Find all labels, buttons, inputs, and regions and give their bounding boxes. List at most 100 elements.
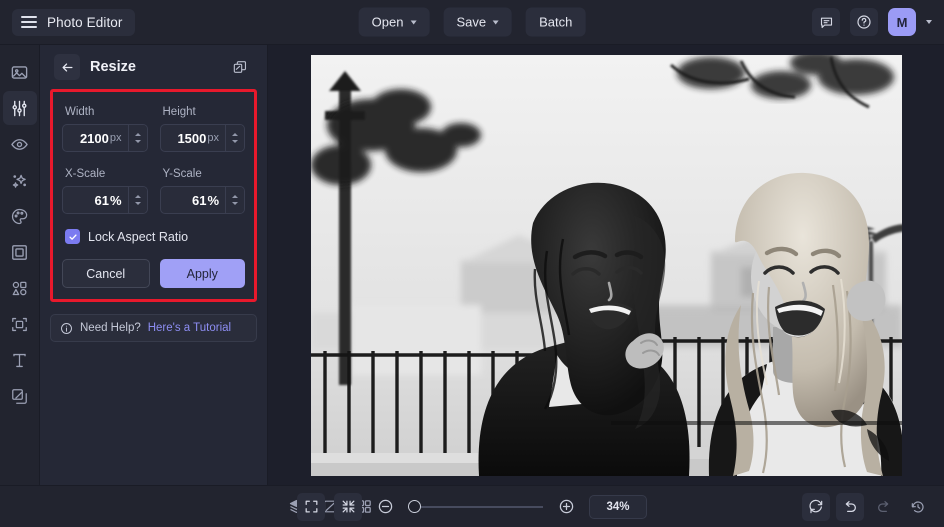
batch-button[interactable]: Batch — [526, 7, 586, 37]
help-button[interactable] — [850, 8, 878, 36]
chevron-up-icon[interactable] — [232, 133, 238, 136]
zoom-in-icon — [559, 499, 573, 514]
photo-image — [310, 54, 902, 476]
redo-button[interactable] — [870, 493, 898, 521]
sidebar-item-frame[interactable] — [3, 235, 37, 269]
x-scale-stepper[interactable]: 61 % — [62, 186, 148, 214]
undo-button[interactable] — [836, 492, 864, 521]
help-tutorial-banner[interactable]: Need Help? Here's a Tutorial — [50, 314, 257, 342]
image-icon — [11, 65, 28, 79]
history-icon — [911, 500, 924, 513]
width-unit: px — [109, 132, 122, 144]
sidebar-item-adjust[interactable] — [2, 91, 37, 125]
open-button[interactable]: Open — [358, 7, 430, 37]
avatar-chevron-down-icon[interactable] — [926, 20, 932, 24]
layers-icon — [12, 388, 27, 404]
sidebar-item-color[interactable] — [3, 199, 37, 233]
cancel-button[interactable]: Cancel — [62, 259, 150, 288]
chevron-down-icon[interactable] — [134, 202, 141, 205]
zoom-level-value[interactable]: 34% — [589, 494, 647, 519]
open-label: Open — [371, 14, 404, 30]
height-value: 1500 — [177, 130, 207, 146]
width-stepper-arrows[interactable] — [127, 125, 147, 151]
tool-rail — [0, 45, 40, 485]
chevron-up-icon[interactable] — [134, 133, 141, 136]
height-stepper-arrows[interactable] — [225, 125, 244, 151]
photo-canvas[interactable] — [310, 54, 902, 476]
top-toolbar: Photo Editor Open Save Batch M — [0, 0, 944, 45]
chevron-down-icon[interactable] — [232, 140, 238, 143]
dimension-fields-row: Width 2100 px Height 1500 px — [62, 102, 245, 152]
zoom-slider-knob[interactable] — [408, 500, 421, 513]
hamburger-icon — [21, 16, 37, 28]
chevron-down-icon[interactable] — [134, 140, 141, 143]
apply-button[interactable]: Apply — [159, 259, 245, 288]
account-actions-group: M — [812, 8, 932, 36]
sliders-icon — [12, 100, 27, 116]
zoom-slider[interactable] — [408, 500, 543, 513]
y-scale-field-group: Y-Scale 61 % — [159, 164, 245, 214]
text-icon — [13, 353, 26, 367]
lock-aspect-ratio-label: Lock Aspect Ratio — [88, 229, 189, 244]
width-label: Width — [65, 106, 95, 118]
chevron-down-icon — [410, 20, 417, 24]
shrink-button[interactable] — [334, 492, 362, 521]
reset-icon — [809, 499, 823, 513]
eye-icon — [11, 138, 28, 150]
sidebar-item-image[interactable] — [3, 55, 37, 89]
y-scale-stepper[interactable]: 61 % — [159, 186, 245, 214]
x-scale-input[interactable]: 61 % — [63, 187, 128, 213]
height-input[interactable]: 1500 px — [161, 125, 226, 151]
canvas-area[interactable] — [268, 45, 944, 485]
reset-button[interactable] — [802, 492, 830, 521]
save-label: Save — [456, 14, 487, 30]
brand-menu-button[interactable]: Photo Editor — [12, 8, 135, 36]
feedback-button[interactable] — [812, 8, 840, 36]
x-scale-stepper-arrows[interactable] — [127, 187, 147, 213]
redo-icon — [878, 500, 889, 512]
panel-header: Resize — [50, 45, 257, 89]
file-actions-group: Open Save Batch — [358, 7, 586, 37]
shapes-icon — [12, 281, 27, 295]
checkbox-checked-icon[interactable] — [65, 229, 80, 244]
sidebar-item-layers[interactable] — [3, 379, 37, 413]
chevron-up-icon[interactable] — [134, 195, 141, 198]
height-unit: px — [207, 132, 219, 144]
x-scale-label: X-Scale — [65, 168, 106, 180]
tutorial-link[interactable]: Here's a Tutorial — [148, 322, 231, 334]
bottom-toolbar: 34% — [0, 485, 944, 527]
resize-panel: Resize Width 2100 px Height 1500 px X-Sc… — [40, 45, 268, 485]
avatar[interactable]: M — [888, 8, 916, 36]
sidebar-item-retouch[interactable] — [3, 127, 37, 161]
duplicate-button[interactable] — [227, 54, 253, 80]
sidebar-item-shapes[interactable] — [3, 271, 37, 305]
width-stepper[interactable]: 2100 px — [62, 124, 148, 152]
zoom-slider-track[interactable] — [421, 505, 543, 508]
lock-aspect-ratio-checkbox[interactable]: Lock Aspect Ratio — [65, 229, 245, 244]
width-input[interactable]: 2100 px — [63, 125, 128, 151]
y-scale-stepper-arrows[interactable] — [225, 187, 244, 213]
back-button[interactable] — [54, 54, 80, 80]
x-scale-unit: % — [109, 192, 122, 208]
fit-screen-icon — [305, 500, 317, 513]
check-icon — [68, 233, 77, 240]
fit-screen-button[interactable] — [297, 492, 325, 521]
shrink-icon — [342, 500, 354, 513]
height-field-group: Height 1500 px — [159, 102, 245, 152]
height-stepper[interactable]: 1500 px — [159, 124, 245, 152]
question-circle-icon — [857, 15, 871, 29]
resize-icon — [12, 317, 27, 331]
undo-icon — [845, 500, 856, 512]
chevron-down-icon[interactable] — [232, 202, 238, 205]
sidebar-item-text[interactable] — [3, 343, 37, 377]
chevron-up-icon[interactable] — [232, 195, 238, 198]
y-scale-input[interactable]: 61 % — [161, 187, 226, 213]
x-scale-field-group: X-Scale 61 % — [62, 164, 148, 214]
sidebar-item-effects[interactable] — [3, 163, 37, 197]
zoom-out-button[interactable] — [371, 493, 399, 521]
save-button[interactable]: Save — [443, 7, 513, 37]
sidebar-item-transform[interactable] — [3, 307, 37, 341]
y-scale-label: Y-Scale — [162, 168, 202, 180]
zoom-in-button[interactable] — [552, 493, 580, 521]
history-button[interactable] — [904, 493, 932, 521]
